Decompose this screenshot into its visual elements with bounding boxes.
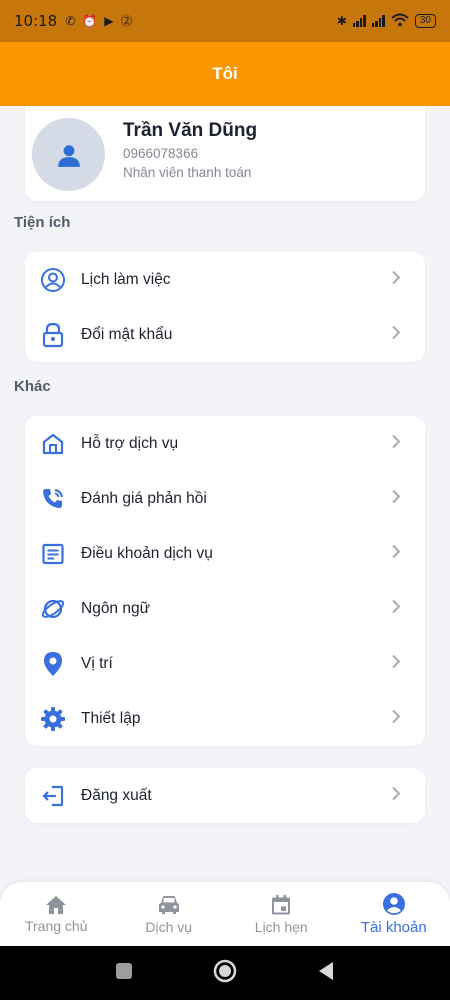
chevron-right-icon [391, 599, 401, 618]
other-card: Hỗ trợ dịch vụ Đánh giá phản hồi Điều kh… [25, 416, 425, 746]
status-bar: 10:18 ✆ ⏰ ▶ ⓶ ✱ 30 [0, 0, 450, 42]
nav-item-services[interactable]: Dịch vụ [113, 882, 226, 946]
menu-item-language[interactable]: Ngôn ngữ [25, 581, 425, 636]
status-time: 10:18 [14, 12, 58, 30]
section-title-utilities: Tiện ích [14, 214, 71, 231]
lock-icon [40, 322, 66, 348]
menu-item-label: Thiết lập [81, 709, 141, 727]
menu-item-feedback[interactable]: Đánh giá phản hồi [25, 471, 425, 526]
account-icon [382, 893, 405, 915]
phone-call-icon [40, 486, 66, 512]
nav-item-appointments[interactable]: Lịch hẹn [225, 882, 338, 946]
logout-icon [40, 783, 66, 809]
nav-item-home[interactable]: Trang chủ [0, 882, 113, 946]
menu-item-label: Đổi mật khẩu [81, 325, 173, 343]
bottom-navigation: Trang chủ Dịch vụ Lịch hẹn Tài khoản [0, 882, 450, 946]
home-button[interactable] [213, 959, 237, 988]
system-navigation-bar [0, 946, 450, 1000]
logout-card: Đăng xuất [25, 768, 425, 823]
menu-item-service-support[interactable]: Hỗ trợ dịch vụ [25, 416, 425, 471]
gear-icon [40, 706, 66, 732]
menu-item-label: Ngôn ngữ [81, 599, 150, 617]
menu-item-label: Lịch làm việc [81, 270, 171, 288]
logout-button[interactable]: Đăng xuất [25, 768, 425, 823]
user-icon [57, 144, 80, 167]
user-circle-icon [40, 267, 66, 293]
nav-item-account[interactable]: Tài khoản [338, 882, 450, 946]
nav-label: Dịch vụ [145, 918, 193, 935]
menu-item-label: Điều khoản dịch vụ [81, 544, 213, 562]
chevron-right-icon [391, 325, 401, 344]
profile-name: Trần Văn Dũng [123, 120, 258, 141]
home-icon [40, 431, 66, 457]
signal-icon-2 [371, 15, 385, 27]
section-title-other: Khác [14, 378, 51, 395]
profile-card[interactable]: Trần Văn Dũng 0966078366 Nhân viên thanh… [25, 106, 425, 201]
recents-button[interactable] [115, 962, 133, 985]
menu-item-settings[interactable]: Thiết lập [25, 691, 425, 746]
chevron-right-icon [391, 544, 401, 563]
page-title: Tôi [212, 64, 238, 83]
alarm-icon: ⏰ [82, 14, 98, 28]
home-icon [46, 895, 67, 914]
menu-item-location[interactable]: Vị trí [25, 636, 425, 691]
chevron-right-icon [391, 654, 401, 673]
profile-role: Nhân viên thanh toán [123, 165, 252, 180]
logout-label: Đăng xuất [81, 786, 152, 804]
menu-item-label: Hỗ trợ dịch vụ [81, 434, 179, 452]
menu-item-label: Vị trí [81, 654, 113, 672]
app-bar: Tôi [0, 42, 450, 106]
location-pin-icon [40, 651, 66, 677]
chevron-right-icon [391, 489, 401, 508]
menu-item-terms[interactable]: Điều khoản dịch vụ [25, 526, 425, 581]
signal-icon [352, 15, 366, 27]
calendar-icon [272, 894, 291, 914]
car-icon [158, 895, 179, 914]
utilities-card: Lịch làm việc Đổi mật khẩu [25, 252, 425, 362]
chevron-right-icon [391, 434, 401, 453]
play-icon: ▶ [104, 14, 114, 28]
bluetooth-icon: ✱ [336, 14, 347, 28]
app-notification-icon: ⓶ [120, 14, 133, 28]
chevron-right-icon [391, 709, 401, 728]
chevron-right-icon [391, 270, 401, 289]
profile-phone: 0966078366 [123, 146, 199, 161]
nav-label: Tài khoản [360, 919, 427, 936]
menu-item-work-schedule[interactable]: Lịch làm việc [25, 252, 425, 307]
menu-item-change-password[interactable]: Đổi mật khẩu [25, 307, 425, 362]
nav-label: Trang chủ [24, 917, 88, 934]
menu-item-label: Đánh giá phản hồi [81, 489, 207, 507]
planet-icon [40, 596, 66, 622]
missed-call-icon: ✆ [65, 14, 76, 28]
avatar[interactable] [32, 118, 105, 191]
wifi-icon [391, 13, 409, 29]
chevron-right-icon [391, 786, 401, 805]
content: Trần Văn Dũng 0966078366 Nhân viên thanh… [0, 106, 450, 882]
nav-label: Lịch hẹn [254, 918, 308, 935]
battery-icon: 30 [414, 14, 436, 28]
back-button[interactable] [317, 961, 335, 986]
document-icon [40, 541, 66, 567]
